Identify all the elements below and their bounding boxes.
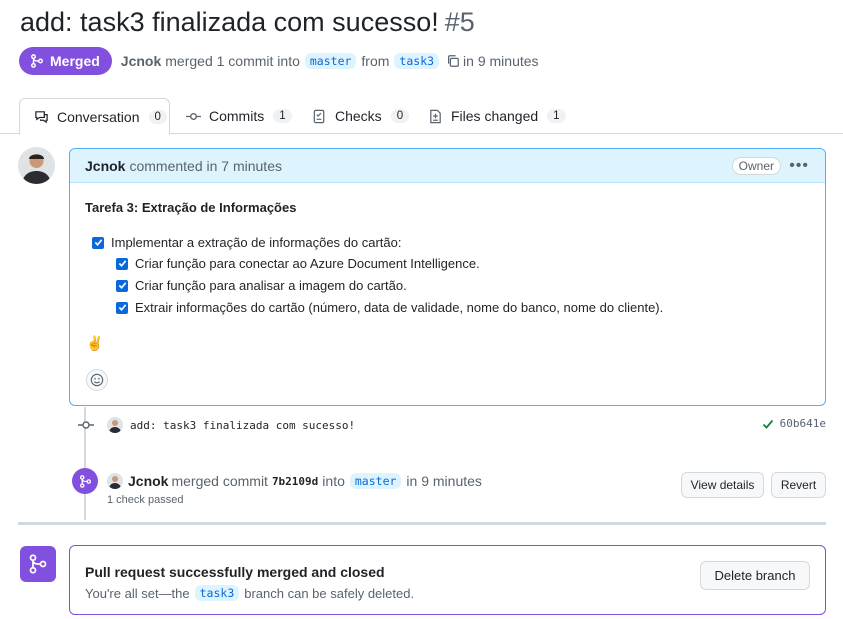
comment-icon [34,109,49,124]
merge-event: Jcnok merged commit 7b2109d into master … [107,473,482,489]
merged-branch[interactable]: task3 [194,585,240,601]
merged-status-title: Pull request successfully merged and clo… [85,564,385,580]
task-item: Extrair informações do cartão (número, d… [116,300,663,315]
task-item: Implementar a extração de informações do… [92,235,401,250]
merge-time: in 9 minutes [406,473,482,489]
view-details-button[interactable]: View details [681,472,764,498]
revert-button[interactable]: Revert [771,472,826,498]
victory-hand-emoji: ✌️ [86,335,104,351]
task-item: Criar função para analisar a imagem do c… [116,278,407,293]
merge-sha-link[interactable]: 7b2109d [272,475,318,488]
merge-target-branch[interactable]: master [349,473,402,489]
commit-icon [186,109,201,124]
into-text: into [322,473,345,489]
tab-count: 0 [148,109,167,124]
tab-checks[interactable]: Checks 0 [312,98,410,134]
tab-commits[interactable]: Commits 1 [186,98,292,134]
task-item: Criar função para conectar ao Azure Docu… [116,256,480,271]
comment-meta[interactable]: commented in 7 minutes [129,158,282,174]
checks-passed-link[interactable]: 1 check passed [107,494,183,506]
avatar[interactable] [107,473,123,489]
tab-label: Files changed [451,108,539,124]
checkbox-checked[interactable] [116,257,128,270]
merge-author-link[interactable]: Jcnok [128,473,168,489]
commit-message-link[interactable]: add: task3 finalizada com sucesso! [130,419,355,432]
comment-box: Jcnok commented in 7 minutes Owner ••• T… [69,148,826,406]
avatar[interactable] [18,147,55,184]
task-label: Implementar a extração de informações do… [111,235,402,250]
pr-tabs: Conversation 0 Commits 1 Checks 0 Files … [0,98,843,135]
merge-icon [31,54,43,68]
pr-title: add: task3 finalizada com sucesso! [20,7,439,37]
tab-label: Commits [209,108,265,124]
task-label: Extrair informações do cartão (número, d… [135,300,664,315]
checklist-icon [312,109,327,124]
smiley-icon [90,373,104,387]
pr-title-line: add: task3 finalizada com sucesso! #5 [20,4,475,40]
checkbox-checked[interactable] [116,301,128,314]
comment-author[interactable]: Jcnok [85,158,125,174]
kebab-menu-icon[interactable]: ••• [789,157,809,175]
add-reaction-button[interactable] [86,369,108,391]
from-text: from [361,53,390,69]
commit-event: add: task3 finalizada com sucesso! 60b64… [78,414,826,436]
pr-meta: Merged Jcnok merged 1 commit into master… [19,47,539,75]
timeline-divider [18,522,826,525]
merged-state-badge: Merged [19,47,112,75]
merged-status-box: Pull request successfully merged and clo… [69,545,826,615]
copy-icon[interactable] [446,54,460,68]
tab-count: 1 [547,109,566,123]
tab-label: Checks [335,108,382,124]
pr-number: #5 [444,7,475,37]
task-label: Criar função para conectar ao Azure Docu… [135,256,480,271]
task-label: Criar função para analisar a imagem do c… [135,278,407,293]
merged-sub-before: You're all set—the [85,585,190,601]
base-branch[interactable]: master [304,53,357,69]
pr-author-link[interactable]: Jcnok [121,53,161,69]
commit-icon [78,418,94,432]
tab-count: 1 [273,109,292,123]
merged-commit-text: merged commit [171,473,268,489]
avatar[interactable] [107,417,123,433]
tab-files-changed[interactable]: Files changed 1 [428,98,566,134]
pr-time: in 9 minutes [463,53,539,69]
tab-count: 0 [390,109,410,123]
merged-status-subtitle: You're all set—the task3 branch can be s… [85,585,414,601]
merge-icon [79,474,91,488]
head-branch[interactable]: task3 [394,53,440,69]
check-icon[interactable] [762,418,774,430]
merge-icon [29,554,47,574]
commit-sha: 60b641e [762,417,826,430]
commit-sha-link[interactable]: 60b641e [780,417,826,430]
merged-state-label: Merged [50,53,100,69]
comment-header: Jcnok commented in 7 minutes [70,149,825,183]
checkbox-checked[interactable] [92,236,104,249]
tab-conversation[interactable]: Conversation 0 [19,98,170,135]
tab-label: Conversation [57,108,140,125]
merged-text: merged 1 commit into [165,53,300,69]
delete-branch-button[interactable]: Delete branch [700,561,810,590]
comment-heading: Tarefa 3: Extração de Informações [85,200,297,215]
merged-status-icon [20,546,56,582]
owner-badge: Owner [731,157,781,175]
file-diff-icon [428,109,443,124]
merge-event-icon [72,468,98,494]
checkbox-checked[interactable] [116,279,128,292]
merged-sub-after: branch can be safely deleted. [244,585,415,601]
